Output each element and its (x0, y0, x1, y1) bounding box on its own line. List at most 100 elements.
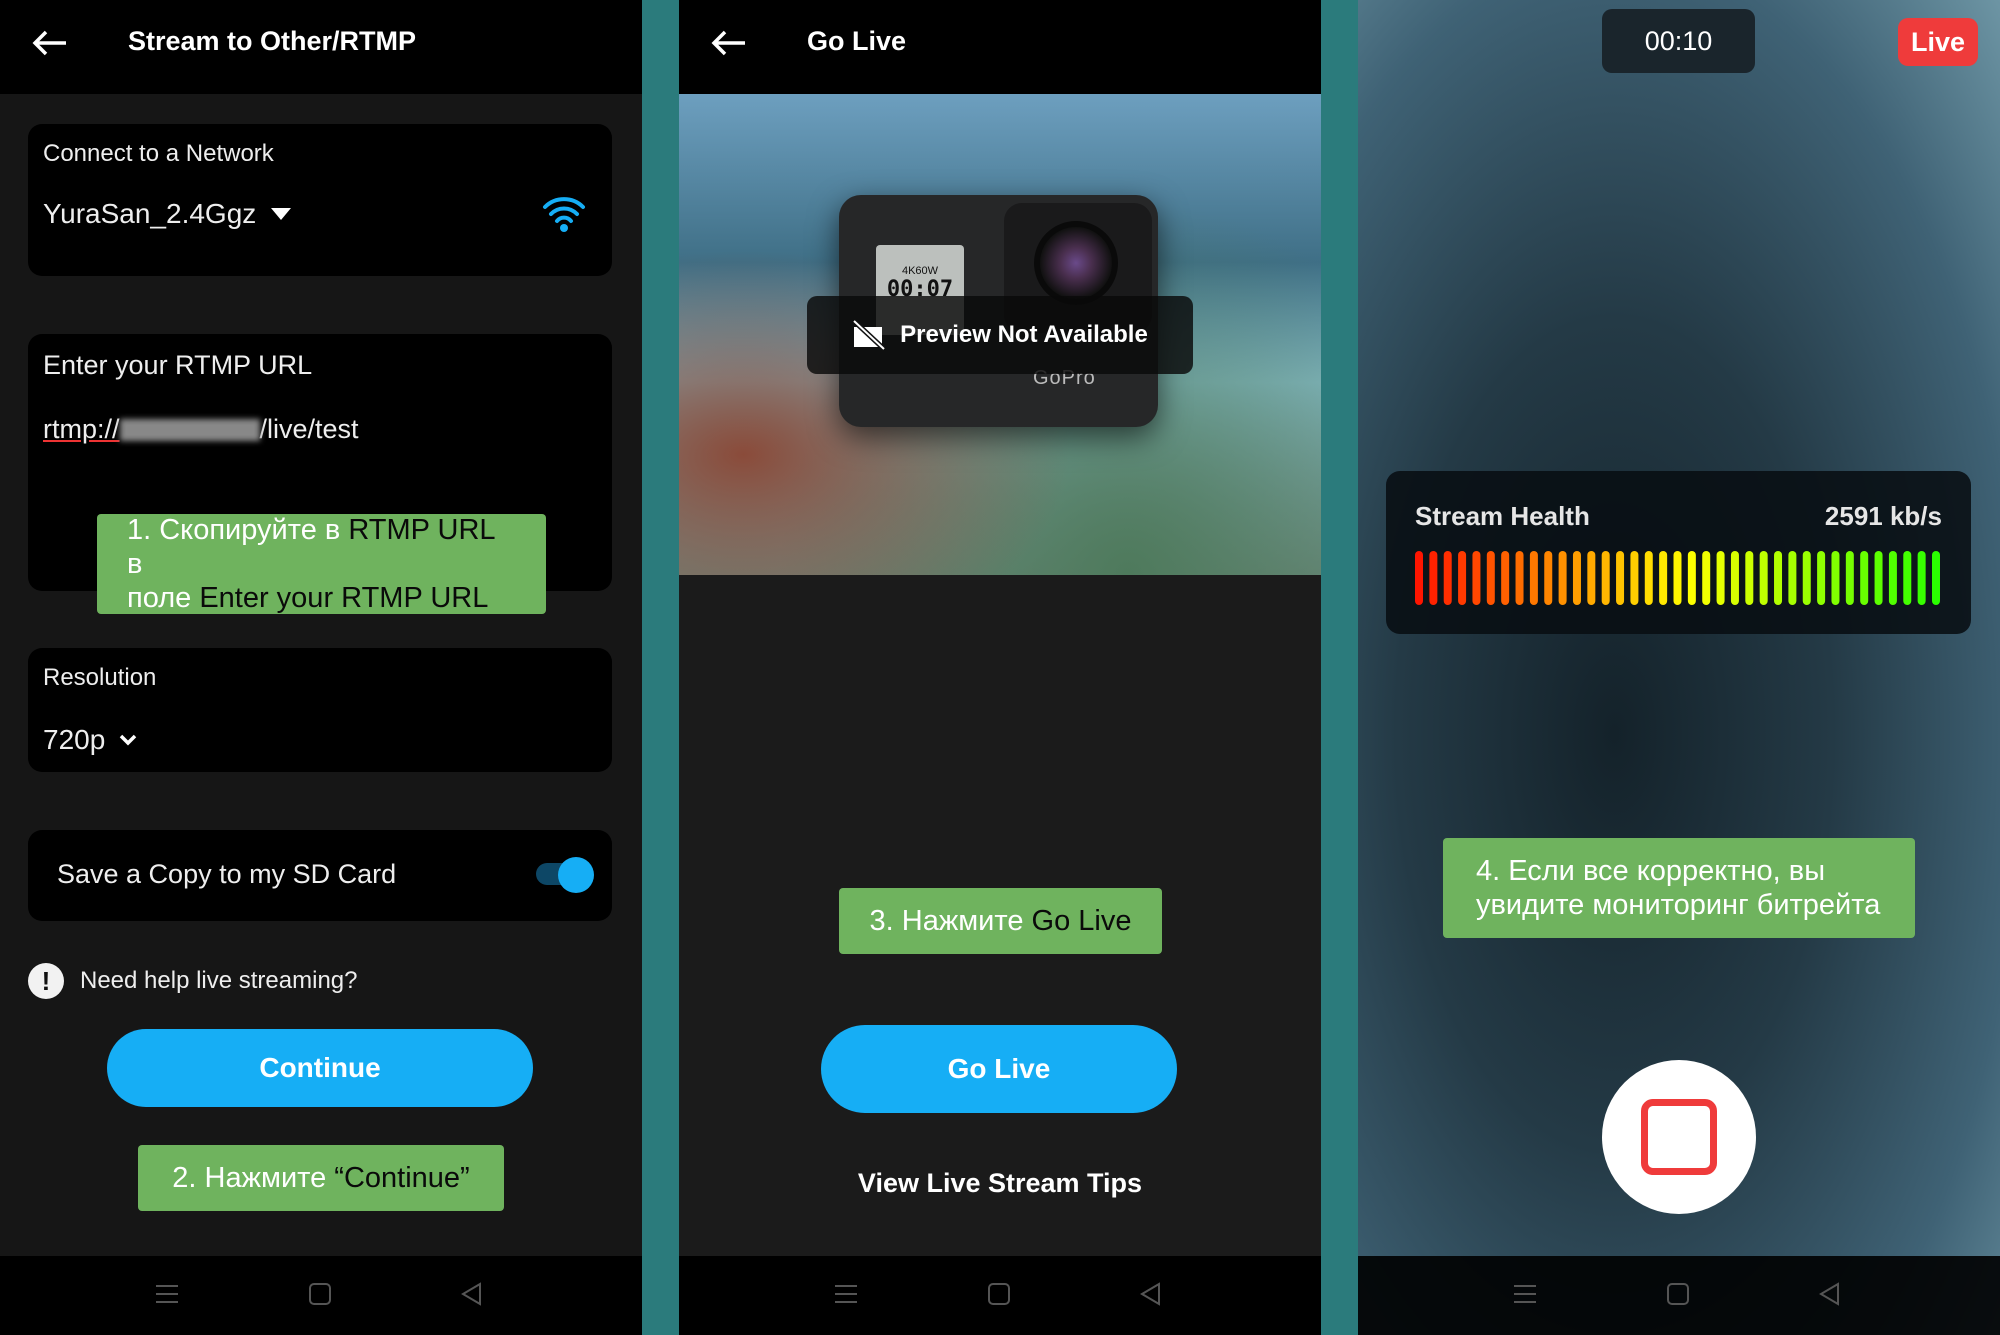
home-icon[interactable] (308, 1282, 332, 1306)
menu-icon[interactable] (834, 1282, 858, 1306)
page-title: Stream to Other/RTMP (128, 26, 417, 56)
note-segment: поле (127, 582, 200, 614)
back-arrow-icon[interactable] (711, 29, 747, 57)
note-line: увидите мониторинг битрейта (1476, 889, 1881, 921)
sd-card-toggle[interactable] (536, 857, 594, 893)
back-icon[interactable] (1818, 1282, 1842, 1306)
health-bar-segment (1458, 551, 1467, 605)
health-bar-segment (1544, 551, 1553, 605)
resolution-card: Resolution 720p (28, 648, 612, 772)
screen-live: 00:10 Live Stream Health 2591 kb/s 4. Ес… (1358, 0, 2000, 1335)
note-line: 2. Нажмите “Continue” (172, 1161, 469, 1195)
camera-off-icon (852, 319, 886, 351)
stream-health-meter (1415, 551, 1940, 605)
health-bar-segment (1415, 551, 1423, 605)
home-icon[interactable] (1666, 1282, 1690, 1306)
health-bar-segment (1932, 551, 1940, 605)
health-bar-segment (1472, 551, 1481, 605)
camera-lens (1034, 221, 1118, 305)
camera-preview: 4K60W 00:07 GoPro Preview Not Available (679, 94, 1321, 575)
note-segment: 2. Нажмите (172, 1162, 335, 1194)
health-bar-segment (1917, 551, 1926, 605)
health-bar-segment (1802, 551, 1811, 605)
health-bar-segment (1903, 551, 1912, 605)
lcd-mode: 4K60W (901, 265, 939, 277)
health-bar-segment (1616, 551, 1625, 605)
back-icon[interactable] (1139, 1282, 1163, 1306)
instruction-note-4: 4. Если все корректно, вы увидите монито… (1443, 838, 1915, 938)
menu-icon[interactable] (1513, 1282, 1537, 1306)
health-bar-segment (1759, 551, 1768, 605)
health-bar-segment (1572, 551, 1581, 605)
instruction-note-3: 3. Нажмите Go Live (839, 888, 1162, 954)
android-nav-bar (1358, 1256, 2000, 1335)
bitrate-value: 2591 kb/s (1824, 501, 1942, 531)
wifi-icon (543, 197, 585, 232)
stream-timer: 00:10 (1602, 9, 1755, 73)
health-bar-segment (1716, 551, 1725, 605)
back-arrow-icon[interactable] (32, 29, 68, 57)
health-bar-segment (1501, 551, 1510, 605)
alert-icon: ! (28, 963, 64, 999)
stream-health-card: Stream Health 2591 kb/s (1386, 471, 1971, 634)
resolution-select[interactable]: 720p (43, 724, 137, 756)
health-bar-segment (1659, 551, 1668, 605)
health-bar-segment (1702, 551, 1711, 605)
network-select[interactable]: YuraSan_2.4Ggz (43, 198, 292, 230)
note-segment: 3. Нажмите (869, 905, 1032, 937)
note-segment: “Continue” (334, 1162, 470, 1194)
sd-card-label: Save a Copy to my SD Card (57, 859, 397, 889)
resolution-label: Resolution (43, 664, 157, 691)
health-bar-segment (1888, 551, 1897, 605)
go-live-button[interactable]: Go Live (821, 1025, 1177, 1113)
menu-icon[interactable] (155, 1282, 179, 1306)
help-text: Need help live streaming? (80, 967, 358, 994)
note-line: 1. Скопируйте в RTMP URL в (127, 513, 516, 581)
health-bar-segment (1831, 551, 1840, 605)
health-bar-segment (1817, 551, 1826, 605)
url-suffix: /live/test (259, 414, 359, 444)
rtmp-url-input[interactable]: rtmp:// /live/test (43, 414, 359, 445)
view-tips-link[interactable]: View Live Stream Tips (679, 1168, 1321, 1199)
screen-go-live: Go Live 4K60W 00:07 GoPro Preview Not Av… (679, 0, 1321, 1335)
caret-down-icon (271, 208, 292, 220)
health-bar-segment (1730, 551, 1739, 605)
url-redacted (119, 418, 260, 441)
back-icon[interactable] (460, 1282, 484, 1306)
health-bar-segment (1558, 551, 1567, 605)
note-line: поле Enter your RTMP URL (127, 581, 516, 615)
url-prefix: rtmp:// (43, 414, 120, 444)
rtmp-label: Enter your RTMP URL (43, 350, 313, 380)
instruction-note-1: 1. Скопируйте в RTMP URL в поле Enter you… (97, 514, 546, 614)
note-line: 4. Если все корректно, вы (1476, 855, 1826, 887)
health-bar-segment (1788, 551, 1797, 605)
screen-stream-rtmp: Stream to Other/RTMP Connect to a Networ… (0, 0, 642, 1335)
network-label: Connect to a Network (43, 140, 274, 167)
health-bar-segment (1774, 551, 1783, 605)
note-segment: в (127, 548, 143, 580)
home-icon[interactable] (987, 1282, 1011, 1306)
network-card: Connect to a Network YuraSan_2.4Ggz (28, 124, 612, 276)
network-value: YuraSan_2.4Ggz (43, 198, 257, 229)
chevron-down-icon (120, 734, 137, 746)
health-bar-segment (1644, 551, 1653, 605)
note-segment: 1. Скопируйте в (127, 514, 349, 546)
header: Go Live (679, 0, 1321, 94)
header: Stream to Other/RTMP (0, 0, 642, 94)
preview-unavailable-banner: Preview Not Available (807, 296, 1193, 374)
continue-button[interactable]: Continue (107, 1029, 533, 1107)
stop-stream-button[interactable] (1602, 1060, 1756, 1214)
sd-card-row: Save a Copy to my SD Card (28, 830, 612, 921)
note-segment: Enter your RTMP URL (199, 582, 489, 614)
note-segment: RTMP URL (348, 514, 495, 546)
note-line: 3. Нажмите Go Live (870, 904, 1132, 938)
health-bar-segment (1687, 551, 1696, 605)
health-bar-segment (1515, 551, 1524, 605)
page-title: Go Live (807, 26, 907, 56)
health-bar-segment (1587, 551, 1596, 605)
health-bar-segment (1443, 551, 1452, 605)
help-link[interactable]: ! Need help live streaming? (28, 963, 358, 999)
health-bar-segment (1673, 551, 1682, 605)
health-bar-segment (1745, 551, 1754, 605)
android-nav-bar (0, 1256, 642, 1335)
